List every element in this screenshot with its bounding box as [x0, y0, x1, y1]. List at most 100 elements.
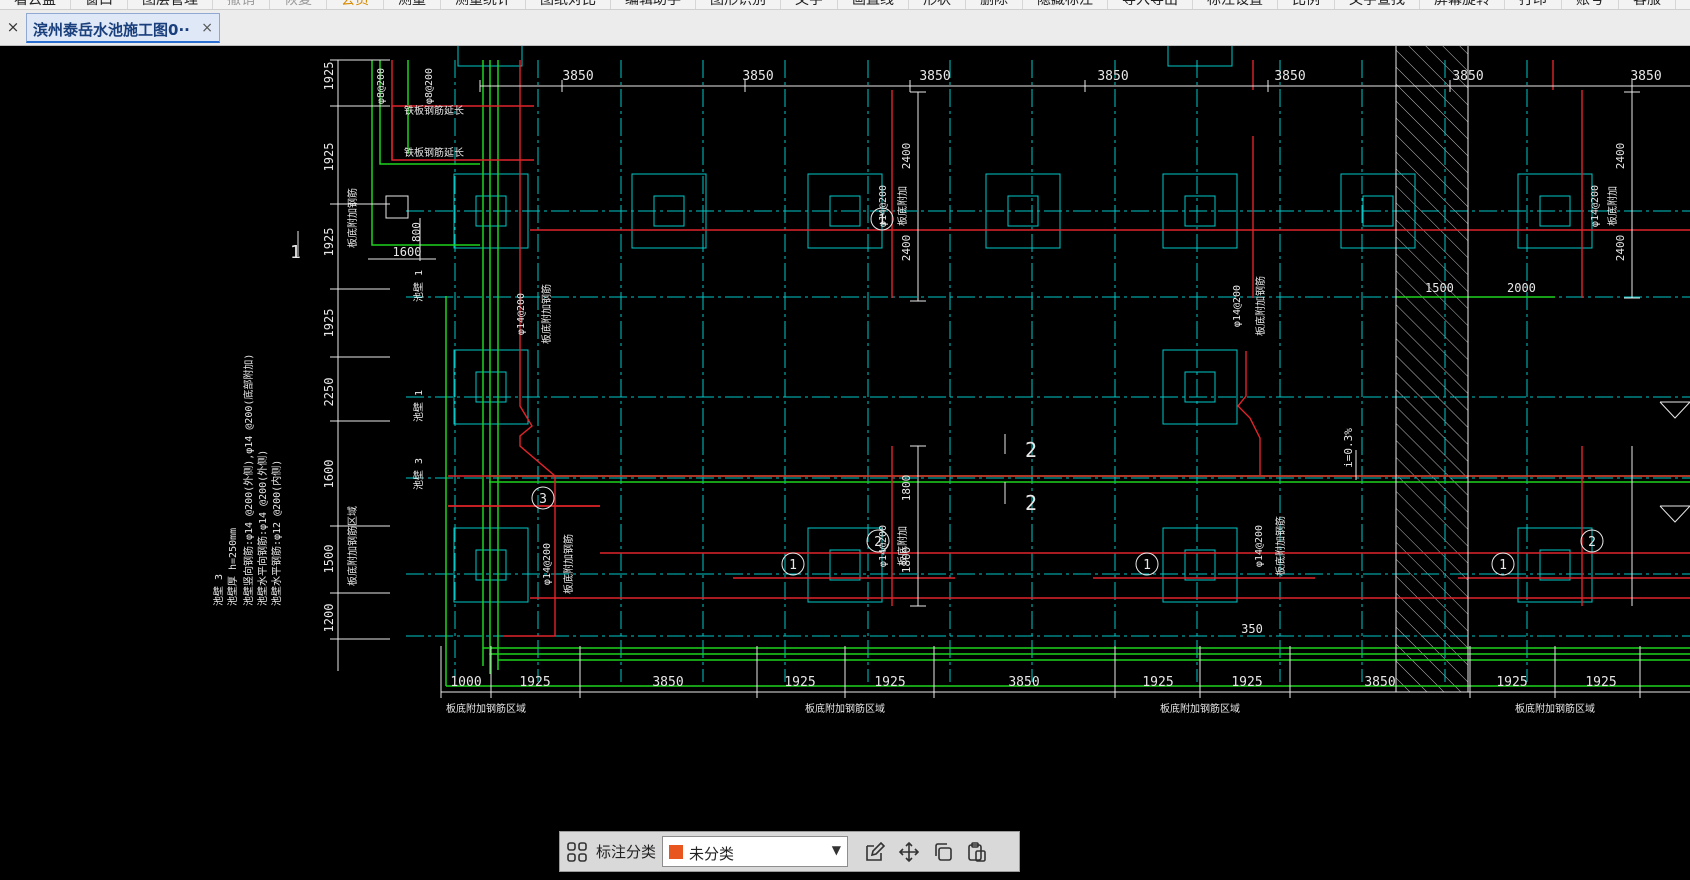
close-all-tabs-icon[interactable]: × [4, 18, 22, 36]
column-pad [1167, 25, 1233, 67]
menu-item[interactable]: 图纸对比 [526, 0, 611, 9]
menu-item[interactable]: 恢复 [270, 0, 327, 9]
column-pad [807, 527, 883, 603]
menu-item[interactable]: 客服 [1619, 0, 1676, 9]
annotation-note: 池壁 3 [212, 574, 225, 606]
menu-item[interactable]: 隐藏标注 [1023, 0, 1108, 9]
rebar-label: φ14@200 [516, 293, 527, 335]
menu-item[interactable]: 比例 [1278, 0, 1335, 9]
dimension-value: 1925 [322, 143, 336, 172]
annotation-category-label: 标注分类 [596, 843, 657, 861]
grid-icon[interactable] [560, 835, 594, 869]
dimension-value: 2000 [1507, 281, 1536, 295]
dimension-value: 1925 [322, 62, 336, 91]
hatch-zone [1396, 46, 1468, 692]
chevron-down-icon: ▼ [831, 843, 842, 857]
dimension-value: 3850 [652, 675, 683, 690]
dimension-value: 1925 [1142, 675, 1173, 690]
section-mark: 2 [1025, 438, 1037, 462]
rebar-label: 板底附加 [896, 186, 909, 226]
paste-icon[interactable] [960, 835, 994, 869]
menu-item[interactable]: 画直线 [838, 0, 909, 9]
menu-item[interactable]: 屏幕旋转 [1420, 0, 1505, 9]
menu-item[interactable]: 导入导出 [1108, 0, 1193, 9]
rebar-line [1237, 351, 1261, 476]
menu-item[interactable]: 形状 [909, 0, 966, 9]
menu-items: 看云盘 窗口 图层管理 撤销 恢复 会员 测量 测量统计 图纸对比 编辑助手 图形识别 文字 画直线 形状… [0, 0, 1676, 9]
column-core [1539, 549, 1571, 581]
rebar-label: φ14@200 [1590, 185, 1601, 227]
menu-item[interactable]: 打印 [1505, 0, 1562, 9]
rebar-label: 板底附加钢筋 [1274, 516, 1287, 576]
level-marker [1659, 401, 1690, 419]
dimension-value: 3850 [1364, 675, 1395, 690]
column-pad-small [385, 195, 409, 219]
dimension-value: 1925 [519, 675, 550, 690]
annotation-note: 板底附加钢筋区域 [446, 702, 526, 715]
menu-item[interactable]: 文字 [781, 0, 838, 9]
menu-item[interactable]: 编辑助手 [611, 0, 696, 9]
rebar-label: 板底附加 [1606, 186, 1619, 226]
rebar-label: 铁板钢筋延长 [404, 104, 464, 117]
section-mark: 1 [290, 242, 301, 263]
menu-item[interactable]: 图层管理 [128, 0, 213, 9]
annotation-note: 板底附加钢筋区域 [346, 506, 359, 586]
annotation-category-select[interactable]: 未分类 ▼ [662, 836, 849, 867]
dimension-value: 3850 [1274, 69, 1305, 84]
menu-item[interactable]: 看云盘 [0, 0, 71, 9]
menu-item[interactable]: 窗口 [71, 0, 128, 9]
dimension-value: 2400 [1614, 235, 1627, 262]
dimension-value: 1925 [1585, 675, 1616, 690]
dimension-value: 1925 [1496, 675, 1527, 690]
dimension-value: 1925 [322, 309, 336, 338]
menu-item[interactable]: 账号 [1562, 0, 1619, 9]
column-pad [1162, 527, 1238, 603]
tab-drawing[interactable]: 滨州泰岳水池施工图0·· × [26, 13, 220, 43]
copy-icon[interactable] [926, 835, 960, 869]
dimension-value: 1925 [322, 228, 336, 257]
drawing-canvas[interactable]: 1500 2000 3850 3850 3850 3850 3850 3850 3850 1000… [0, 25, 1690, 876]
rebar-label: 板底附加钢筋 [540, 284, 553, 344]
dimension-value: 3850 [1008, 675, 1039, 690]
menu-bar: 看云盘 窗口 图层管理 撤销 恢复 会员 测量 测量统计 图纸对比 编辑助手 图形识别 文字 画直线 形状… [0, 0, 1690, 10]
edit-icon[interactable] [858, 835, 892, 869]
dimension-value: 1500 [322, 545, 336, 574]
dimension-value: 3850 [562, 69, 593, 84]
dimension-value: 3850 [1097, 69, 1128, 84]
tab-title: 滨州泰岳水池施工图0·· [33, 21, 190, 39]
callout-number: 1 [878, 213, 886, 228]
menu-item[interactable]: 测量统计 [441, 0, 526, 9]
move-icon[interactable] [892, 835, 926, 869]
menu-item[interactable]: 删除 [966, 0, 1023, 9]
rebar-label: 铁板钢筋延长 [404, 146, 464, 159]
annotation-note: 板底附加钢筋区域 [805, 702, 885, 715]
column-pad [1162, 349, 1238, 425]
menu-item[interactable]: 文字查找 [1335, 0, 1420, 9]
annotation-note: 池壁竖向钢筋:φ14 @200(外侧),φ14 @200(底部附加) [242, 354, 255, 606]
dimension-value: 3850 [742, 69, 773, 84]
menu-item[interactable]: 会员 [327, 0, 384, 9]
rebar-label: φ14@200 [1254, 525, 1265, 567]
tab-close-icon[interactable]: × [201, 19, 213, 37]
dimension-value: 1925 [784, 675, 815, 690]
dimension-value: 1925 [1231, 675, 1262, 690]
rebar-label: 板底附加钢筋 [1254, 276, 1267, 336]
callout-number: 2 [874, 535, 882, 550]
menu-item[interactable]: 图形识别 [696, 0, 781, 9]
callout-number: 1 [1499, 558, 1507, 573]
annotation-toolbar: 标注分类 未分类 ▼ [559, 831, 1020, 872]
rebar-label: 板底附加钢筋 [562, 534, 575, 594]
rebar-lines [391, 60, 1690, 637]
menu-item[interactable]: 测量 [384, 0, 441, 9]
menu-item[interactable]: 撤销 [213, 0, 270, 9]
category-color-swatch [669, 845, 684, 859]
callout-number: 2 [1588, 535, 1596, 550]
wall-label: 池壁 1 [412, 390, 425, 422]
dimension-value: 1500 [1425, 281, 1454, 295]
menu-item[interactable]: 标注设置 [1193, 0, 1278, 9]
cad-drawing[interactable]: 1500 2000 3850 3850 3850 3850 3850 3850 3850 1000… [0, 25, 1690, 876]
dimension-value: 2250 [322, 378, 336, 407]
section-mark: 2 [1025, 491, 1037, 515]
dimension-value: 1800 [900, 547, 913, 574]
tab-bar: × 滨州泰岳水池施工图0·· × [0, 10, 1690, 46]
